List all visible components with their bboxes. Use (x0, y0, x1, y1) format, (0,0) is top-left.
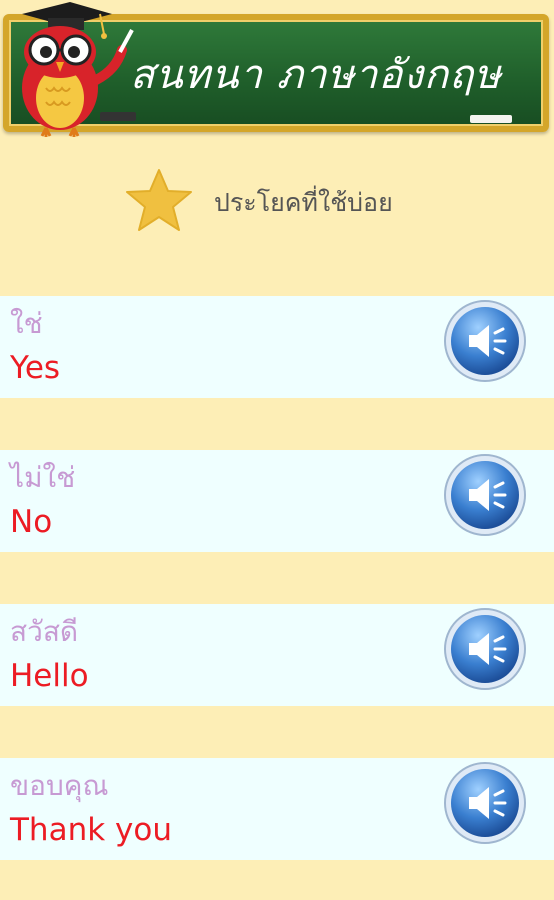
phrase-row-hello[interactable]: สวัสดี Hello (0, 604, 554, 706)
section-title: ประโยคที่ใช้บ่อย (214, 188, 393, 217)
phrase-row-yes[interactable]: ใช่ Yes (0, 296, 554, 398)
speaker-icon[interactable] (443, 453, 527, 537)
phrase-row-no[interactable]: ไม่ใช่ No (0, 450, 554, 552)
star-icon[interactable] (125, 168, 193, 232)
app-title: สนทนา ภาษาอังกฤษ (130, 52, 502, 98)
english-text: No (10, 504, 53, 540)
thai-text: สวัสดี (10, 615, 79, 648)
english-text: Yes (10, 350, 61, 386)
speaker-icon[interactable] (443, 607, 527, 691)
english-text: Hello (10, 658, 89, 694)
chalk-icon (470, 115, 512, 123)
owl-mascot-icon (22, 2, 134, 137)
thai-text: ขอบคุณ (10, 769, 109, 802)
phrase-row-thank-you[interactable]: ขอบคุณ Thank you (0, 758, 554, 860)
english-text: Thank you (10, 812, 172, 848)
app-header: สนทนา ภาษาอังกฤษ (0, 0, 554, 140)
thai-text: ไม่ใช่ (10, 461, 76, 494)
speaker-icon[interactable] (443, 299, 527, 383)
speaker-icon[interactable] (443, 761, 527, 845)
thai-text: ใช่ (10, 307, 43, 340)
